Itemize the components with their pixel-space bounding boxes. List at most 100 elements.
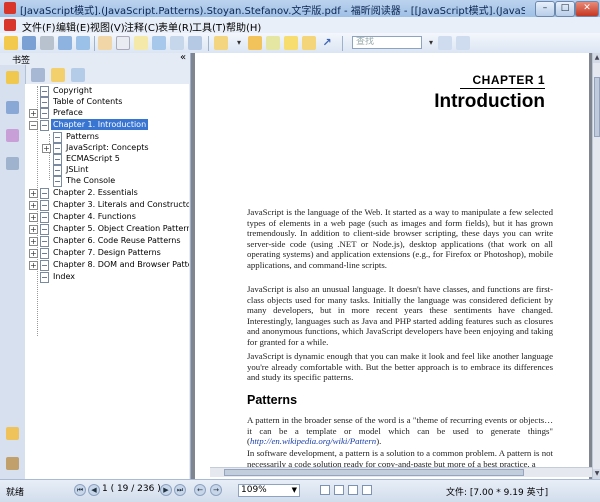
highlight-icon[interactable]: [248, 36, 262, 50]
page-indicator[interactable]: 1 ( 19 / 236 ): [102, 484, 161, 494]
collapse-toggle-icon[interactable]: −: [29, 121, 38, 130]
menu-form[interactable]: 表单(R): [158, 19, 193, 34]
first-page-icon[interactable]: ⏮: [74, 484, 86, 496]
zoom-tool-icon[interactable]: [170, 36, 184, 50]
expand-toggle-icon[interactable]: +: [29, 109, 38, 118]
comment-icon[interactable]: [302, 36, 316, 50]
menu-tools[interactable]: 工具(T): [192, 19, 226, 34]
clip-icon[interactable]: [6, 457, 19, 470]
bookmark-label: Chapter 2. Essentials: [53, 188, 138, 197]
pages-icon[interactable]: [6, 101, 19, 114]
bookmark-item[interactable]: + Chapter 6. Code Reuse Patterns: [25, 236, 189, 247]
expand-toggle-icon[interactable]: +: [42, 144, 51, 153]
facing-view-icon[interactable]: [348, 485, 358, 495]
page-icon: [53, 132, 62, 143]
horizontal-scroll-thumb[interactable]: [224, 469, 524, 476]
select-text-icon[interactable]: [116, 36, 130, 50]
dropdown-arrow-icon[interactable]: ▾: [232, 36, 246, 50]
expand-toggle-icon[interactable]: +: [29, 201, 38, 210]
share-icon[interactable]: [76, 36, 90, 50]
expand-toggle-icon[interactable]: +: [29, 189, 38, 198]
scroll-thumb[interactable]: [594, 77, 600, 137]
bookmark-label: Chapter 6. Code Reuse Patterns: [53, 236, 181, 245]
note-icon[interactable]: [266, 36, 280, 50]
menu-edit[interactable]: 编辑(E): [56, 19, 90, 34]
bookmark-item[interactable]: + Chapter 2. Essentials: [25, 188, 189, 199]
bookmark-item[interactable]: Table of Contents: [25, 97, 189, 108]
arrow-tool-icon[interactable]: ↗: [320, 36, 334, 50]
new-bookmark-icon[interactable]: [51, 68, 65, 82]
layers-icon[interactable]: [6, 129, 19, 142]
forward-icon[interactable]: →: [210, 484, 222, 496]
scroll-down-icon[interactable]: ▼: [593, 469, 600, 479]
bookmark-item[interactable]: + Chapter 3. Literals and Constructors: [25, 200, 189, 211]
signature-icon[interactable]: [6, 427, 19, 440]
search-input[interactable]: 查找: [352, 36, 422, 49]
last-page-icon[interactable]: ⏭: [174, 484, 186, 496]
bookmark-item[interactable]: + Chapter 4. Functions: [25, 212, 189, 223]
next-page-icon[interactable]: ▶: [160, 484, 172, 496]
hand-tool-icon[interactable]: [98, 36, 112, 50]
email-icon[interactable]: [58, 36, 72, 50]
collapse-panel-icon[interactable]: «: [180, 52, 186, 63]
expand-toggle-icon[interactable]: +: [29, 261, 38, 270]
search-dropdown-icon[interactable]: ▾: [424, 36, 438, 50]
bookmark-item[interactable]: Index: [25, 272, 189, 283]
bookmark-item[interactable]: + Chapter 7. Design Patterns: [25, 248, 189, 259]
typewriter-icon[interactable]: [214, 36, 228, 50]
expand-toggle-icon[interactable]: +: [29, 225, 38, 234]
image-tool-icon[interactable]: [188, 36, 202, 50]
continuous-facing-view-icon[interactable]: [362, 485, 372, 495]
chapter-title: Introduction: [434, 91, 545, 112]
pdf-page[interactable]: CHAPTER 1 Introduction JavaScript is the…: [195, 53, 589, 479]
bookmark-item[interactable]: + Chapter 8. DOM and Browser Patterns: [25, 260, 189, 271]
app-menu-icon[interactable]: [4, 19, 16, 31]
delete-bookmark-icon[interactable]: [31, 68, 45, 82]
bookmark-item[interactable]: ECMAScript 5: [25, 154, 189, 165]
search-next-icon[interactable]: [456, 36, 470, 50]
scroll-up-icon[interactable]: ▲: [593, 53, 600, 63]
continuous-view-icon[interactable]: [334, 485, 344, 495]
select-tool-icon[interactable]: [134, 36, 148, 50]
vertical-scrollbar[interactable]: ▲ ▼: [592, 53, 600, 479]
page-icon: [40, 120, 49, 131]
expand-toggle-icon[interactable]: +: [29, 249, 38, 258]
bookmark-label: JSLint: [66, 165, 89, 174]
minimize-button[interactable]: –: [535, 1, 555, 17]
menu-help[interactable]: 帮助(H): [226, 19, 261, 34]
single-page-view-icon[interactable]: [320, 485, 330, 495]
attachments-icon[interactable]: [6, 157, 19, 170]
close-button[interactable]: ✕: [575, 1, 599, 17]
open-icon[interactable]: [4, 36, 18, 50]
text-span: ).: [376, 436, 382, 446]
zoom-value: 109%: [241, 485, 267, 495]
menu-comment[interactable]: 注释(C): [124, 19, 159, 34]
bookmark-label: Chapter 3. Literals and Constructors: [53, 200, 189, 209]
menu-view[interactable]: 视图(V): [90, 19, 125, 34]
menu-file[interactable]: 文件(F): [22, 19, 56, 34]
wikipedia-link[interactable]: http://en.wikipedia.org/wiki/Pattern: [250, 436, 376, 446]
app-icon: [4, 2, 16, 14]
prev-page-icon[interactable]: ◀: [88, 484, 100, 496]
bookmark-item[interactable]: The Console: [25, 176, 189, 187]
page-icon: [40, 248, 49, 259]
zoom-select[interactable]: 109% ▼: [238, 484, 300, 497]
back-icon[interactable]: ←: [194, 484, 206, 496]
save-icon[interactable]: [22, 36, 36, 50]
dropdown-arrow-icon: ▼: [291, 486, 297, 494]
bookmark-icon[interactable]: [6, 71, 19, 84]
bookmark-item[interactable]: + Preface: [25, 108, 189, 119]
document-viewer[interactable]: CHAPTER 1 Introduction JavaScript is the…: [191, 53, 592, 479]
expand-bookmark-icon[interactable]: [71, 68, 85, 82]
snapshot-icon[interactable]: [152, 36, 166, 50]
bookmark-item-selected[interactable]: − Chapter 1. Introduction: [25, 119, 189, 131]
stamp-icon[interactable]: [284, 36, 298, 50]
maximize-button[interactable]: □: [555, 1, 575, 17]
horizontal-scrollbar[interactable]: [210, 467, 592, 477]
search-prev-icon[interactable]: [438, 36, 452, 50]
bookmark-label: Copyright: [53, 86, 93, 95]
bookmark-item[interactable]: + Chapter 5. Object Creation Patterns: [25, 224, 189, 235]
expand-toggle-icon[interactable]: +: [29, 237, 38, 246]
print-icon[interactable]: [40, 36, 54, 50]
expand-toggle-icon[interactable]: +: [29, 213, 38, 222]
